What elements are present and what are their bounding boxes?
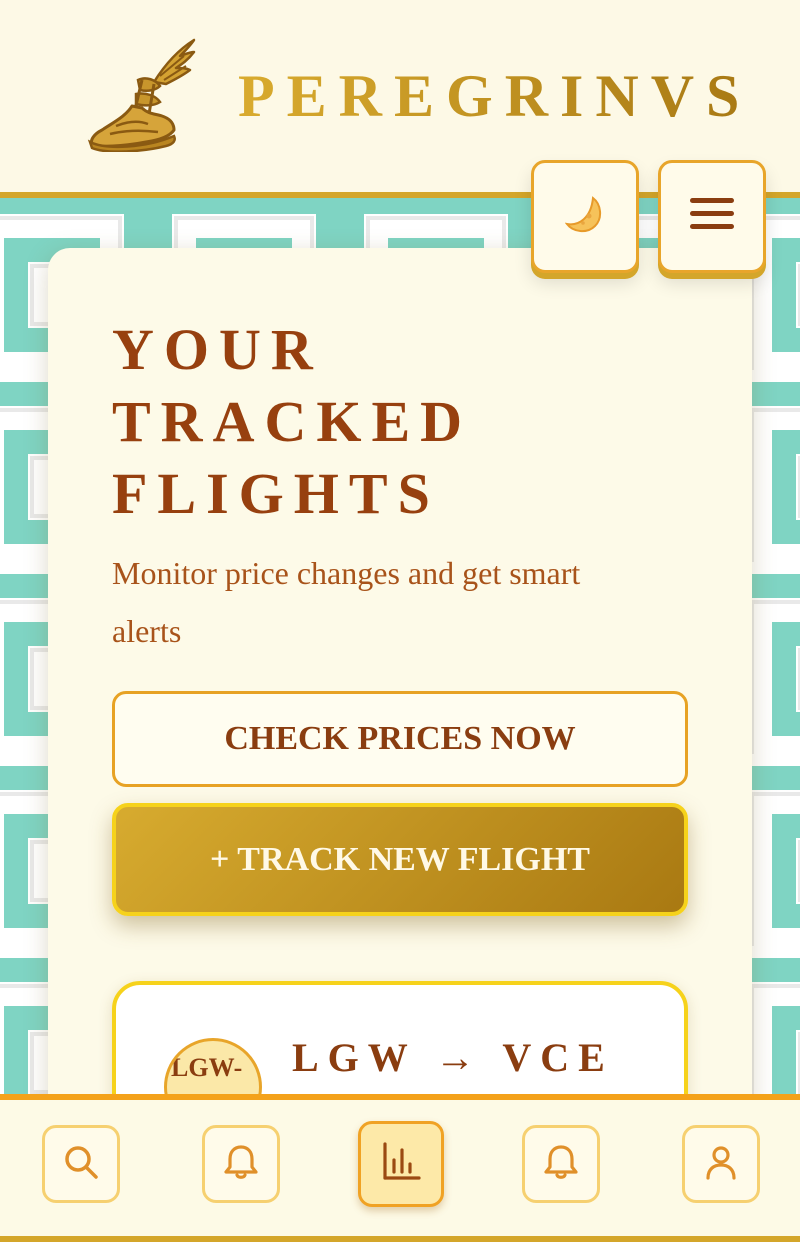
brand-name: PEREGRINVS <box>238 63 752 129</box>
nav-notifications-button[interactable] <box>522 1125 600 1203</box>
nav-bottom-border <box>0 1236 800 1242</box>
nav-search-button[interactable] <box>42 1125 120 1203</box>
bar-chart-icon <box>379 1140 423 1189</box>
check-prices-button[interactable]: CHECK PRICES NOW <box>112 691 688 787</box>
bell-icon <box>221 1142 261 1187</box>
title-line: YOUR <box>112 317 323 382</box>
track-new-flight-button[interactable]: + TRACK NEW FLIGHT <box>112 803 688 916</box>
nav-profile-button[interactable] <box>682 1125 760 1203</box>
page-subtitle: Monitor price changes and get smart aler… <box>112 555 581 649</box>
hamburger-menu-icon <box>688 194 736 239</box>
search-icon <box>61 1142 101 1187</box>
page-title: YOUR TRACKED FLIGHTS <box>112 314 672 530</box>
user-icon <box>701 1142 741 1187</box>
winged-sandal-icon <box>86 36 198 153</box>
title-line: TRACKED <box>112 389 473 454</box>
flight-route: LGW → VCE <box>292 1035 614 1080</box>
bell-icon <box>541 1142 581 1187</box>
nav-alerts-button[interactable] <box>202 1125 280 1203</box>
theme-toggle-button[interactable] <box>531 160 639 273</box>
title-line: FLIGHTS <box>112 461 440 526</box>
menu-button[interactable] <box>658 160 766 273</box>
flight-avatar-text: LGW- <box>171 1053 243 1082</box>
crescent-moon-icon <box>564 194 605 239</box>
nav-dashboard-button[interactable] <box>358 1121 444 1207</box>
